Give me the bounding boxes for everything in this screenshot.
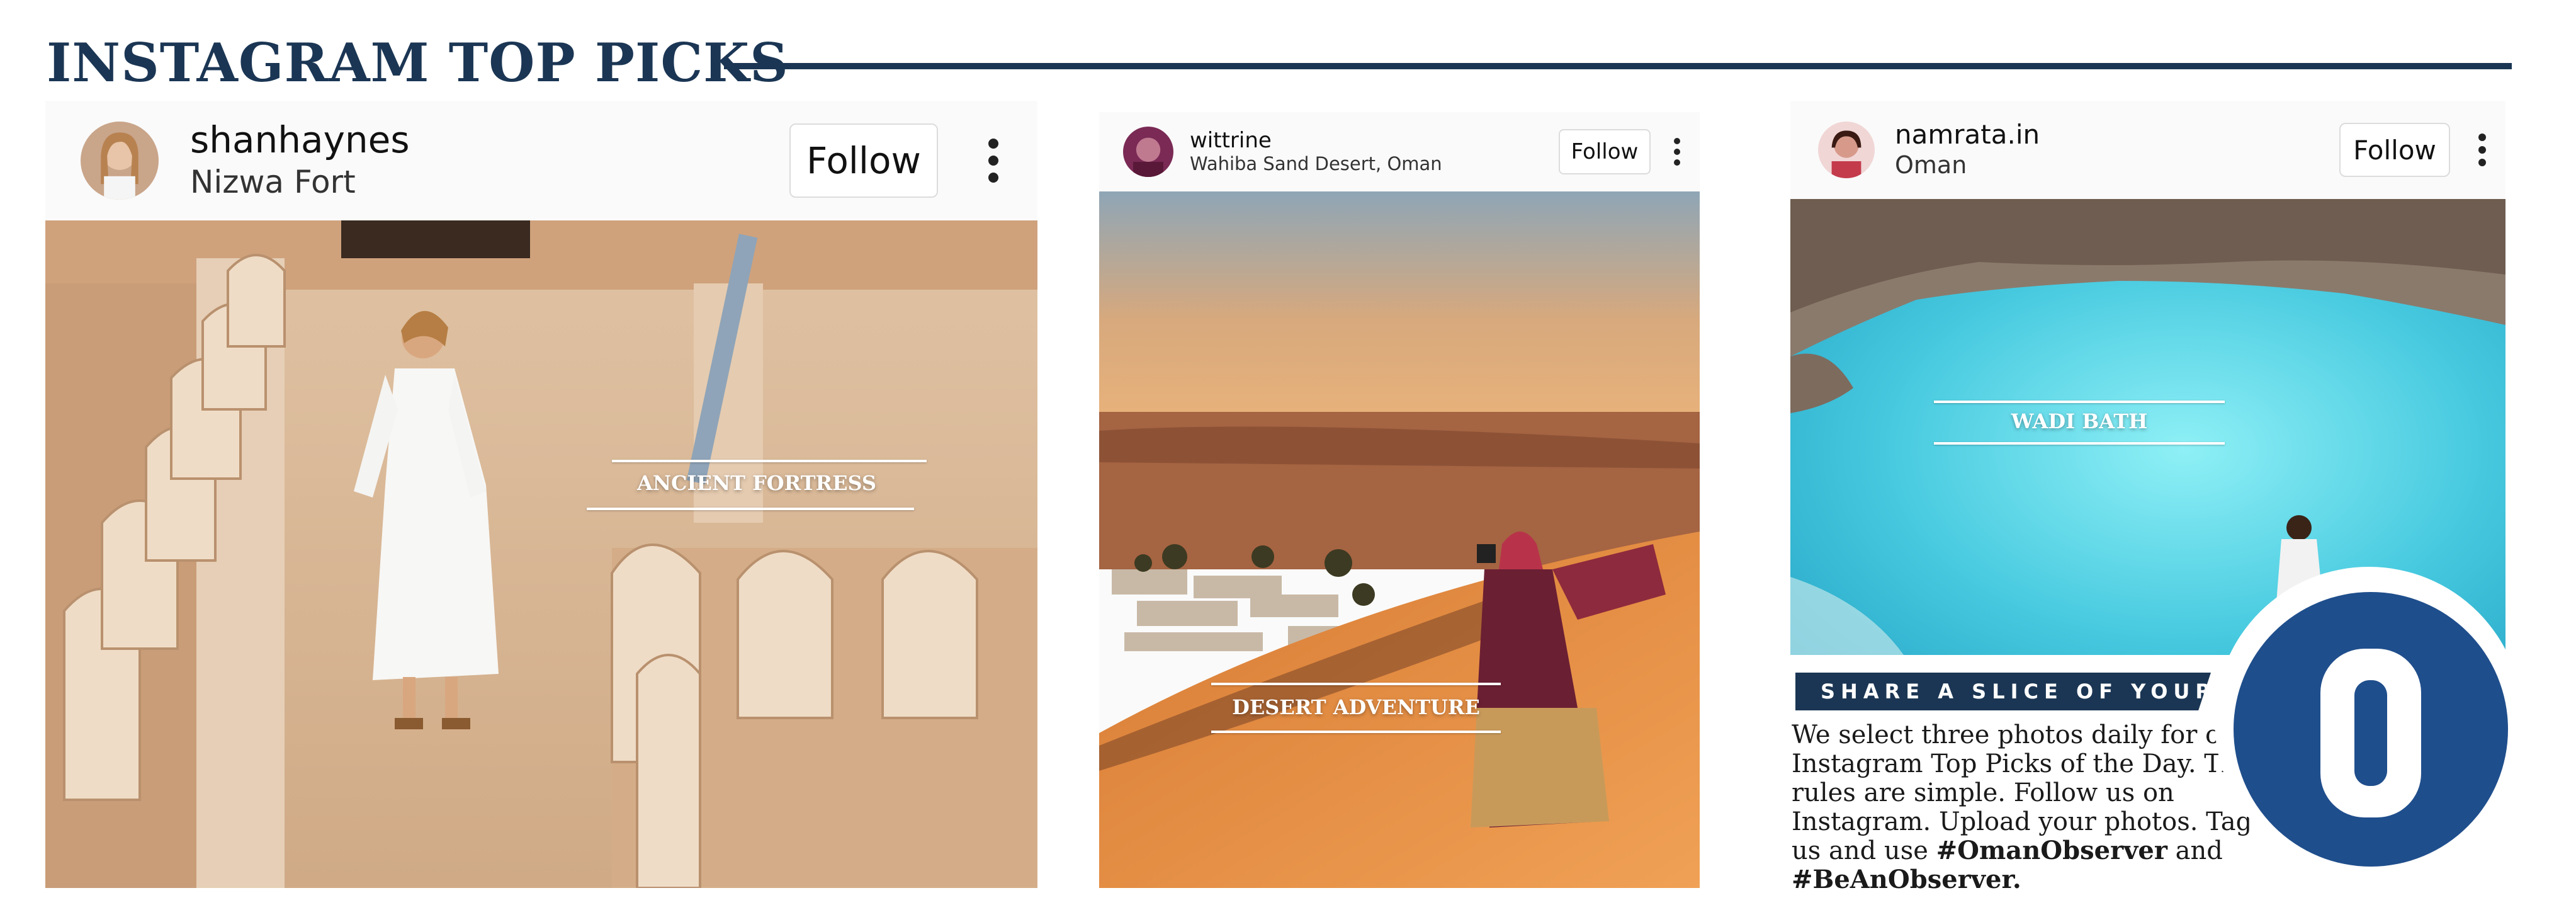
more-options-icon[interactable] (1673, 138, 1681, 166)
info-and: and (2175, 836, 2223, 865)
share-banner: SHARE A SLICE OF YOUR LIFE (1795, 673, 2211, 710)
avatar[interactable] (1123, 127, 1173, 177)
more-options-icon[interactable] (987, 139, 1000, 183)
avatar[interactable] (81, 122, 159, 200)
instagram-post-2: wittrine Wahiba Sand Desert, Oman Follow (1099, 112, 1700, 888)
instagram-post-1: shanhaynes Nizwa Fort Follow ANCIENT FOR… (45, 101, 1037, 888)
photo-caption: WADI BATH (1934, 401, 2225, 448)
location[interactable]: Oman (1895, 152, 2339, 179)
photo-caption: ANCIENT FORTRESS (587, 460, 927, 516)
post-header: namrata.in Oman Follow (1790, 101, 2505, 199)
username[interactable]: wittrine (1190, 128, 1559, 152)
location[interactable]: Wahiba Sand Desert, Oman (1190, 153, 1559, 174)
follow-button[interactable]: Follow (2339, 123, 2450, 177)
more-options-icon[interactable] (2478, 134, 2487, 166)
location[interactable]: Nizwa Fort (190, 164, 789, 201)
follow-button[interactable]: Follow (789, 123, 938, 198)
username[interactable]: shanhaynes (190, 120, 789, 161)
post-photo: ANCIENT FORTRESS (45, 220, 1037, 888)
follow-button[interactable]: Follow (1559, 129, 1651, 174)
user-info: wittrine Wahiba Sand Desert, Oman (1190, 128, 1559, 175)
post-header: wittrine Wahiba Sand Desert, Oman Follow (1099, 112, 1700, 191)
hashtag-be-an-observer[interactable]: #BeAnObserver. (1792, 865, 2021, 894)
fort-photo (45, 220, 1037, 888)
page-title: INSTAGRAM TOP PICKS (47, 31, 789, 94)
username[interactable]: namrata.in (1895, 120, 2339, 149)
avatar[interactable] (1818, 122, 1875, 178)
observer-logo-icon (2234, 592, 2508, 867)
post-header: shanhaynes Nizwa Fort Follow (45, 101, 1037, 220)
info-text: We select three photos daily for our Ins… (1792, 720, 2270, 894)
photo-caption: DESERT ADVENTURE (1211, 683, 1501, 739)
desert-photo (1099, 191, 1700, 888)
post-photo: DESERT ADVENTURE (1099, 191, 1700, 888)
header-rule (724, 63, 2512, 69)
user-info: namrata.in Oman (1895, 120, 2339, 179)
user-info: shanhaynes Nizwa Fort (190, 120, 789, 200)
hashtag-oman-observer[interactable]: #OmanObserver (1936, 836, 2167, 865)
